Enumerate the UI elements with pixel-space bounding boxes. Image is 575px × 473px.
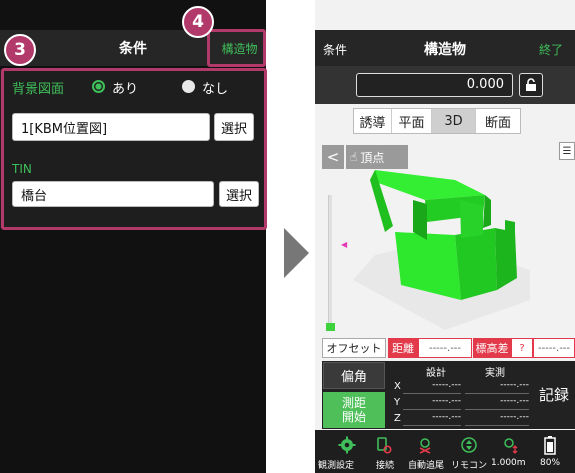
- start-measure-button[interactable]: 測距 開始: [323, 392, 385, 428]
- highlight-frame-4: [207, 29, 266, 67]
- axis-x-label: X: [394, 381, 401, 392]
- offset-button[interactable]: オフセット: [322, 338, 386, 358]
- gear-icon[interactable]: [336, 434, 358, 456]
- col-actual-header: 実測: [485, 368, 505, 379]
- z-actual-value: -----.---: [465, 412, 529, 426]
- auto-track-icon[interactable]: [414, 434, 436, 456]
- axis-y-label: Y: [394, 397, 401, 408]
- highlight-frame-3: [1, 68, 267, 230]
- y-actual-value: -----.---: [465, 396, 529, 410]
- 3d-structure-view[interactable]: [315, 0, 575, 340]
- measure-line1: 測距: [341, 396, 366, 410]
- x-actual-value: -----.---: [465, 380, 529, 394]
- connection-icon[interactable]: [373, 434, 395, 456]
- height-diff-label: 標高差: [473, 338, 511, 358]
- transition-arrow: [284, 228, 309, 278]
- x-design-value: -----.---: [403, 380, 461, 394]
- measure-line2: 開始: [341, 410, 366, 424]
- remote-label: リモコン: [451, 461, 488, 471]
- distance-icon[interactable]: [499, 434, 521, 456]
- observe-settings-label: 観測設定: [318, 461, 355, 471]
- z-design-value: -----.---: [403, 412, 461, 426]
- distance-setting-label: 1.000m: [491, 458, 526, 468]
- remote-icon[interactable]: [458, 434, 480, 456]
- distance-value: -----.---: [418, 338, 472, 358]
- connection-label: 接続: [376, 461, 395, 471]
- left-screen: 条件 構造物 背景図面 あり なし 1[KBM位置図] 選択 TIN 橋台 選択…: [0, 0, 267, 473]
- battery-label: 80%: [540, 458, 561, 468]
- height-diff-status: ?: [511, 338, 533, 358]
- height-diff-value: -----.---: [533, 338, 575, 358]
- record-button[interactable]: 記録: [533, 365, 575, 423]
- y-design-value: -----.---: [403, 396, 461, 410]
- distance-label: 距離: [388, 338, 418, 358]
- deflection-angle-button[interactable]: 偏角: [323, 362, 385, 389]
- right-screen: 条件 構造物 終了 0.000 誘導 平面 3D 断面 ☰ < ☝ 頂点 ◀ オフ…: [315, 0, 575, 473]
- auto-track-label: 自動追尾: [408, 461, 445, 471]
- battery-icon: [539, 434, 561, 456]
- step-badge-4: 4: [182, 6, 214, 38]
- axis-z-label: Z: [394, 413, 401, 424]
- step-badge-3: 3: [4, 34, 36, 66]
- col-design-header: 設計: [426, 368, 446, 379]
